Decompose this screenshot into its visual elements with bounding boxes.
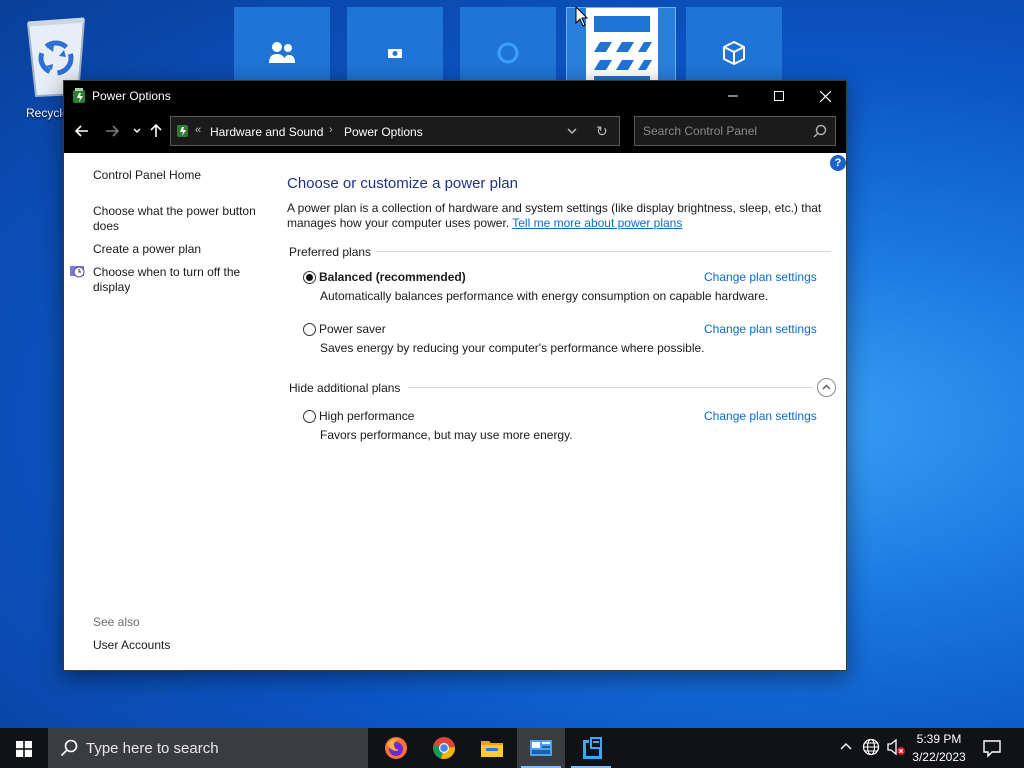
- minimize-icon: [728, 95, 738, 97]
- chevron-down-icon: [133, 128, 141, 134]
- sidebar-link-power-button[interactable]: Choose what the power button does: [93, 204, 268, 234]
- chevron-up-icon: [822, 384, 831, 390]
- change-plan-settings-high-performance[interactable]: Change plan settings: [704, 409, 817, 423]
- plan-name-power-saver[interactable]: Power saver: [319, 322, 386, 336]
- up-button[interactable]: [146, 121, 166, 141]
- breadcrumb-separator-icon[interactable]: ›: [329, 124, 333, 136]
- close-icon: [819, 90, 831, 102]
- chrome-icon: [433, 737, 456, 760]
- address-dropdown-icon[interactable]: [566, 124, 578, 138]
- camera-icon: [388, 49, 402, 58]
- arrow-left-icon: [75, 125, 88, 137]
- search-input[interactable]: [635, 117, 805, 145]
- taskbar: 5:39 PM 3/22/2023: [0, 728, 1024, 768]
- search-box[interactable]: [634, 116, 836, 146]
- display-timer-icon: [70, 266, 85, 278]
- search-icon: [60, 739, 78, 757]
- radio-power-saver[interactable]: [303, 323, 316, 336]
- change-plan-settings-power-saver[interactable]: Change plan settings: [704, 322, 817, 336]
- main-content: Choose or customize a power plan A power…: [286, 153, 838, 670]
- clock-time[interactable]: 5:39 PM: [906, 732, 972, 746]
- start-tile-camera[interactable]: [347, 7, 443, 87]
- left-sidebar: Control Panel Home Choose what the power…: [64, 153, 274, 670]
- taskbar-app-installer[interactable]: [567, 728, 615, 768]
- volume-muted-icon[interactable]: [886, 738, 906, 756]
- radio-high-performance[interactable]: [303, 410, 316, 423]
- sidebar-link-control-panel-home[interactable]: Control Panel Home: [93, 168, 268, 183]
- control-panel-icon: [530, 740, 552, 756]
- taskbar-firefox[interactable]: [372, 728, 420, 768]
- start-tile-cortana[interactable]: [460, 7, 556, 87]
- plan-name-balanced[interactable]: Balanced (recommended): [319, 270, 466, 284]
- preferred-plans-header: Preferred plans: [289, 245, 372, 259]
- learn-more-link[interactable]: Tell me more about power plans: [512, 216, 682, 230]
- calculator-icon: [594, 16, 652, 82]
- breadcrumb-hardware-and-sound[interactable]: Hardware and Sound: [210, 125, 323, 139]
- back-button[interactable]: [72, 121, 92, 141]
- plan-description-high-performance: Favors performance, but may use more ene…: [320, 428, 573, 442]
- control-panel-icon: [177, 125, 188, 137]
- additional-plans-divider: [408, 387, 813, 388]
- arrow-right-icon: [106, 125, 119, 137]
- cortana-icon: [497, 42, 519, 64]
- page-title: Choose or customize a power plan: [287, 175, 518, 192]
- sidebar-link-create-power-plan[interactable]: Create a power plan: [93, 242, 268, 257]
- plan-description-power-saver: Saves energy by reducing your computer's…: [320, 341, 705, 355]
- collapse-additional-plans-button[interactable]: [817, 378, 836, 397]
- action-center-notification-icon[interactable]: [982, 738, 1002, 758]
- sidebar-link-turn-off-display[interactable]: Choose when to turn off the display: [93, 265, 268, 295]
- people-icon: [269, 42, 295, 63]
- breadcrumb-overflow-icon[interactable]: «: [195, 124, 201, 136]
- calculator-tile-face: [586, 8, 658, 88]
- taskbar-search-input[interactable]: [86, 736, 356, 760]
- navigation-bar: « Hardware and Sound › Power Options ↻: [64, 111, 846, 153]
- window-title: Power Options: [92, 89, 171, 103]
- network-globe-icon[interactable]: [862, 738, 880, 756]
- preferred-plans-divider: [376, 251, 831, 252]
- package-icon: [583, 737, 602, 759]
- sidebar-link-user-accounts[interactable]: User Accounts: [93, 638, 268, 653]
- arrow-up-icon: [150, 124, 162, 137]
- cube-icon: [723, 41, 745, 65]
- show-hidden-icons-chevron-up-icon[interactable]: [840, 741, 852, 751]
- address-bar[interactable]: « Hardware and Sound › Power Options ↻: [170, 116, 620, 146]
- start-tile-3d-viewer[interactable]: [686, 7, 782, 87]
- additional-plans-header[interactable]: Hide additional plans: [289, 381, 400, 395]
- change-plan-settings-balanced[interactable]: Change plan settings: [704, 270, 817, 284]
- breadcrumb-power-options[interactable]: Power Options: [344, 125, 423, 139]
- folder-icon: [481, 741, 503, 757]
- firefox-icon: [385, 737, 407, 759]
- maximize-button[interactable]: [756, 81, 802, 111]
- plan-name-high-performance[interactable]: High performance: [319, 409, 414, 423]
- title-bar[interactable]: Power Options: [64, 81, 846, 111]
- see-also-label: See also: [93, 615, 140, 629]
- forward-button[interactable]: [102, 121, 122, 141]
- recent-locations-button[interactable]: [127, 121, 147, 141]
- radio-balanced[interactable]: [303, 271, 316, 284]
- power-options-app-icon: [73, 88, 85, 103]
- page-description: A power plan is a collection of hardware…: [287, 201, 827, 231]
- minimize-button[interactable]: [710, 81, 756, 111]
- search-icon[interactable]: [813, 124, 827, 138]
- mouse-cursor-icon: [575, 6, 589, 27]
- start-button[interactable]: [0, 728, 48, 768]
- start-tile-people[interactable]: [234, 7, 330, 87]
- close-button[interactable]: [802, 81, 848, 111]
- taskbar-search-box[interactable]: [48, 728, 368, 768]
- clock-date[interactable]: 3/22/2023: [906, 750, 972, 764]
- refresh-icon[interactable]: ↻: [596, 123, 608, 140]
- taskbar-chrome[interactable]: [420, 728, 468, 768]
- power-options-window: Power Options « Hardware and Sound › Pow…: [63, 80, 847, 671]
- taskbar-file-explorer[interactable]: [468, 728, 516, 768]
- taskbar-control-panel[interactable]: [517, 728, 565, 768]
- maximize-icon: [774, 91, 784, 101]
- plan-description-balanced: Automatically balances performance with …: [320, 289, 769, 303]
- windows-logo-icon: [16, 741, 32, 757]
